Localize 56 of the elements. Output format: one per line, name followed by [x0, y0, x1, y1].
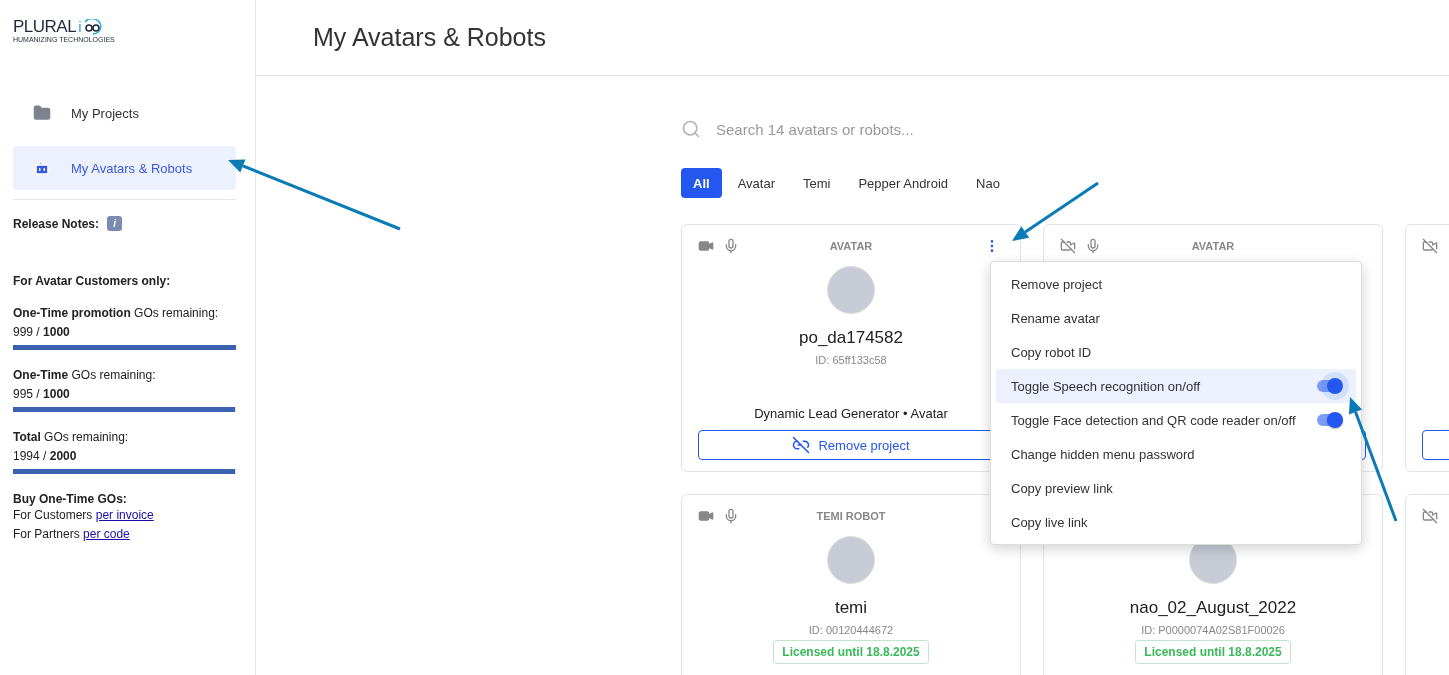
robot-icon	[33, 159, 51, 177]
quota-reading: 999 / 1000	[13, 324, 71, 341]
buy-link[interactable]: per code	[83, 527, 130, 541]
folder-icon	[33, 104, 51, 122]
card-id: ID: P0000074A02S81F00026	[1141, 624, 1285, 636]
quota-label: One-Time promotion GOs remaining:	[13, 305, 220, 322]
quota-label: Total GOs remaining:	[13, 429, 130, 446]
filter-tab[interactable]: Temi	[790, 168, 843, 198]
filter-tab[interactable]: Pepper Android	[846, 168, 961, 198]
filter-tab[interactable]: Nao	[964, 168, 1012, 198]
buy-title: Buy One-Time GOs:	[13, 492, 127, 506]
license-tag: Licensed until 18.8.2025	[1135, 640, 1291, 664]
toggle-switch[interactable]	[1317, 380, 1341, 392]
page-title: My Avatars & Robots	[313, 23, 546, 52]
search-icon	[681, 119, 701, 139]
menu-item[interactable]: Rename avatar	[996, 301, 1356, 335]
license-tag: Licensed until 18.8.2025	[773, 640, 929, 664]
logo-wordmark: PLURAL	[13, 18, 77, 36]
card-type-label: TEMI ROBOT	[816, 510, 886, 522]
video-camera-icon[interactable]	[698, 238, 714, 254]
toggle-switch[interactable]	[1317, 414, 1341, 426]
microphone-icon[interactable]	[723, 508, 739, 524]
filter-tab[interactable]: Avatar	[725, 168, 787, 198]
video-off-icon[interactable]	[1422, 238, 1438, 254]
card-subtitle: Dynamic Lead Generator • Avatar	[754, 406, 948, 421]
buy-link[interactable]: per invoice	[95, 508, 154, 522]
card-id: ID: 00120444672	[808, 624, 894, 636]
card-name: temi	[834, 598, 868, 618]
quota-reading: 1994 / 2000	[13, 448, 78, 465]
quota-reading: 995 / 1000	[13, 386, 71, 403]
menu-item[interactable]: Copy live link	[996, 505, 1356, 539]
menu-item[interactable]: Remove project	[996, 267, 1356, 301]
sidebar-item[interactable]: My Avatars & Robots	[13, 146, 236, 190]
buy-text: For Partners	[13, 527, 80, 541]
filter-tab[interactable]: All	[681, 168, 722, 198]
card-name: nao_02_August_2022	[1129, 598, 1297, 618]
release-notes-label: Release Notes:	[13, 216, 100, 231]
menu-item[interactable]: Copy robot ID	[996, 335, 1356, 369]
menu-item[interactable]: Copy preview link	[996, 471, 1356, 505]
logo-icon	[83, 19, 104, 35]
video-off-icon[interactable]	[1060, 238, 1076, 254]
microphone-icon[interactable]	[723, 238, 739, 254]
unlink-icon	[792, 436, 811, 454]
microphone-icon[interactable]	[1085, 238, 1101, 254]
card-type-label: AVATAR	[829, 240, 873, 252]
sidebar-item[interactable]: My Projects	[13, 91, 236, 135]
buy-text: For Customers	[13, 508, 93, 522]
card-name: po_da174582	[799, 328, 903, 348]
menu-item[interactable]: Toggle Speech recognition on/off	[996, 369, 1356, 403]
card-id: ID: 65ff133c58	[815, 354, 887, 366]
quota-label: One-Time GOs remaining:	[13, 367, 157, 384]
logo-mark: i	[78, 19, 82, 35]
card-type-label: AVATAR	[1191, 240, 1235, 252]
section-title: For Avatar Customers only:	[13, 274, 171, 288]
video-off-icon[interactable]	[1422, 508, 1438, 524]
video-camera-icon[interactable]	[698, 508, 714, 524]
